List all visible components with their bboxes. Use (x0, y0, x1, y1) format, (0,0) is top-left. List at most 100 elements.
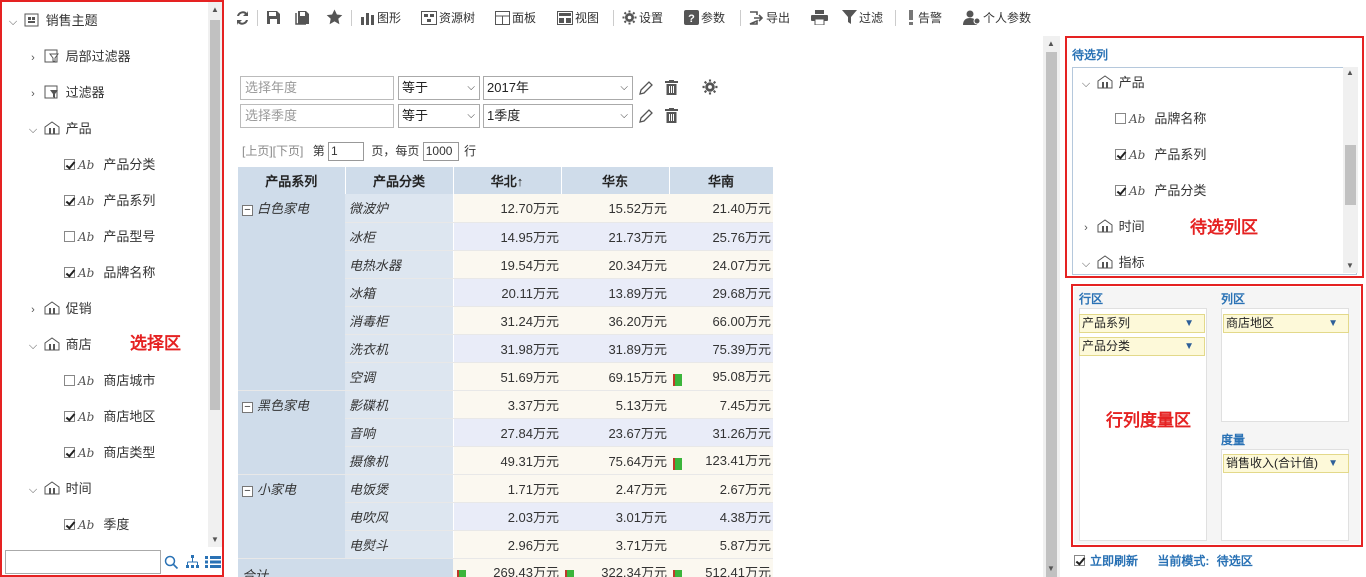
collapse-minus-icon[interactable]: − (242, 485, 253, 497)
value-text: 75.39万元 (712, 341, 771, 357)
value-text: 5.13万元 (615, 397, 667, 413)
scroll-down-icon[interactable]: ▼ (1047, 564, 1055, 573)
dropdown-arrow-icon[interactable]: ▼ (1184, 315, 1194, 332)
series-cell[interactable]: − 白色家电 (238, 194, 345, 391)
category-cell[interactable]: 电热水器 (345, 250, 454, 279)
candidate-zone-label: 待选列区 (1190, 218, 1258, 237)
candidate-field[interactable]: Ab 产品分类 (1115, 180, 1206, 202)
auto-refresh-label[interactable]: 立即刷新 (1090, 554, 1138, 568)
value-text: 13.89万元 (608, 285, 667, 301)
column-header[interactable]: 华南 (669, 167, 774, 194)
value-cell: 20.34万元 (561, 250, 669, 279)
chevron-down-icon[interactable]: ⌵ (1079, 73, 1093, 95)
series-label: 小家电 (257, 481, 297, 497)
candidate-item-time[interactable]: › 时间 (1079, 216, 1144, 239)
report-scrollbar[interactable]: ▲ ▼ (1043, 36, 1060, 577)
value-text: 27.84万元 (500, 425, 559, 441)
column-header[interactable]: 华北↑ (453, 167, 562, 194)
collapse-minus-icon[interactable]: − (242, 205, 253, 216)
total-value-cell: 269.43万元 (453, 558, 561, 577)
green-flag-icon (673, 458, 682, 470)
value-cell: 5.13万元 (561, 390, 669, 419)
value-cell: 3.37万元 (453, 390, 561, 419)
value-text: 7.45万元 (719, 397, 771, 413)
auto-refresh-checkbox[interactable] (1074, 555, 1085, 566)
category-cell[interactable]: 音响 (345, 418, 454, 447)
value-text: 21.73万元 (608, 229, 667, 245)
value-cell: 31.98万元 (453, 334, 561, 363)
scroll-up-icon[interactable]: ▲ (1047, 39, 1055, 48)
value-cell: 75.64万元 (561, 446, 669, 475)
candidate-field[interactable]: Ab 品牌名称 (1115, 108, 1206, 130)
value-cell: 2.03万元 (453, 502, 561, 531)
value-cell: 49.31万元 (453, 446, 561, 475)
category-cell[interactable]: 摄像机 (345, 446, 454, 475)
value-text: 2.67万元 (719, 481, 771, 497)
row-field-chip[interactable]: 产品分类 ▼ (1079, 337, 1205, 356)
value-text: 123.41万元 (705, 453, 771, 468)
series-label: 黑色家电 (257, 397, 310, 413)
series-label: 白色家电 (257, 201, 310, 216)
value-cell: 12.70万元 (453, 194, 561, 223)
value-cell: 13.89万元 (561, 278, 669, 307)
category-cell[interactable]: 消毒柜 (345, 306, 454, 335)
layout-zone-label: 行列度量区 (1106, 411, 1191, 430)
value-cell: 3.71万元 (561, 530, 669, 559)
field-checkbox[interactable] (1115, 113, 1126, 124)
column-field-chip[interactable]: 商店地区 ▼ (1223, 314, 1349, 333)
series-cell[interactable]: − 小家电 (238, 474, 345, 559)
column-header[interactable]: 华东 (561, 167, 670, 194)
candidate-item-measures[interactable]: ⌵ 指标 (1079, 252, 1145, 274)
category-cell[interactable]: 影碟机 (345, 390, 454, 419)
column-header[interactable]: 产品系列 (238, 167, 346, 194)
measure-field-chip[interactable]: 销售收入(合计值) ▼ (1223, 454, 1349, 473)
value-text: 49.31万元 (500, 453, 559, 469)
series-cell[interactable]: − 黑色家电 (238, 390, 345, 475)
scroll-up-icon[interactable]: ▲ (1346, 68, 1354, 77)
category-cell[interactable]: 电吹风 (345, 502, 454, 531)
dropdown-arrow-icon[interactable]: ▼ (1328, 315, 1338, 332)
category-cell[interactable]: 冰柜 (345, 222, 454, 251)
total-value-cell: 512.41万元 (669, 558, 773, 577)
category-cell[interactable]: 冰箱 (345, 278, 454, 307)
value-text: 31.24万元 (500, 313, 559, 329)
scroll-down-icon[interactable]: ▼ (1346, 261, 1354, 270)
candidate-item-product[interactable]: ⌵ 产品 (1079, 72, 1145, 94)
value-cell: 31.89万元 (561, 334, 669, 363)
category-cell[interactable]: 洗衣机 (345, 334, 454, 363)
candidate-scrollbar[interactable]: ▲ ▼ (1343, 67, 1358, 273)
category-cell[interactable]: 空调 (345, 362, 454, 391)
value-text: 4.38万元 (719, 509, 771, 525)
scroll-thumb[interactable] (1345, 145, 1356, 205)
value-cell: 4.38万元 (669, 502, 773, 531)
column-area-title: 列区 (1221, 292, 1246, 306)
scroll-thumb[interactable] (1046, 52, 1057, 577)
candidate-field[interactable]: Ab 产品系列 (1115, 144, 1206, 166)
dimension-icon (1097, 219, 1113, 233)
candidate-item-label: 指标 (1118, 255, 1145, 270)
green-flag-icon (673, 570, 682, 577)
field-checkbox[interactable] (1115, 185, 1126, 196)
value-text: 3.71万元 (615, 537, 667, 553)
dropdown-arrow-icon[interactable]: ▼ (1328, 455, 1338, 472)
collapse-minus-icon[interactable]: − (242, 401, 253, 413)
dropdown-arrow-icon[interactable]: ▼ (1184, 338, 1194, 355)
row-field-chip[interactable]: 产品系列 ▼ (1079, 314, 1205, 333)
chevron-right-icon[interactable]: › (1079, 217, 1093, 239)
chip-label: 商店地区 (1226, 316, 1275, 330)
value-cell: 123.41万元 (669, 446, 773, 475)
value-text: 31.89万元 (608, 341, 667, 357)
value-cell: 27.84万元 (453, 418, 561, 447)
category-cell[interactable]: 电饭煲 (345, 474, 454, 503)
value-cell: 29.68万元 (669, 278, 773, 307)
value-cell: 15.52万元 (561, 194, 669, 223)
chevron-down-icon[interactable]: ⌵ (1079, 253, 1093, 274)
category-cell[interactable]: 电熨斗 (345, 530, 454, 559)
text-field-icon: Ab (1129, 112, 1146, 126)
field-checkbox[interactable] (1115, 149, 1126, 160)
value-cell: 66.00万元 (669, 306, 773, 335)
category-cell[interactable]: 微波炉 (345, 194, 454, 223)
value-cell: 1.71万元 (453, 474, 561, 503)
bottom-bar: 立即刷新 当前模式: 待选区 (1074, 552, 1253, 569)
column-header[interactable]: 产品分类 (345, 167, 454, 194)
